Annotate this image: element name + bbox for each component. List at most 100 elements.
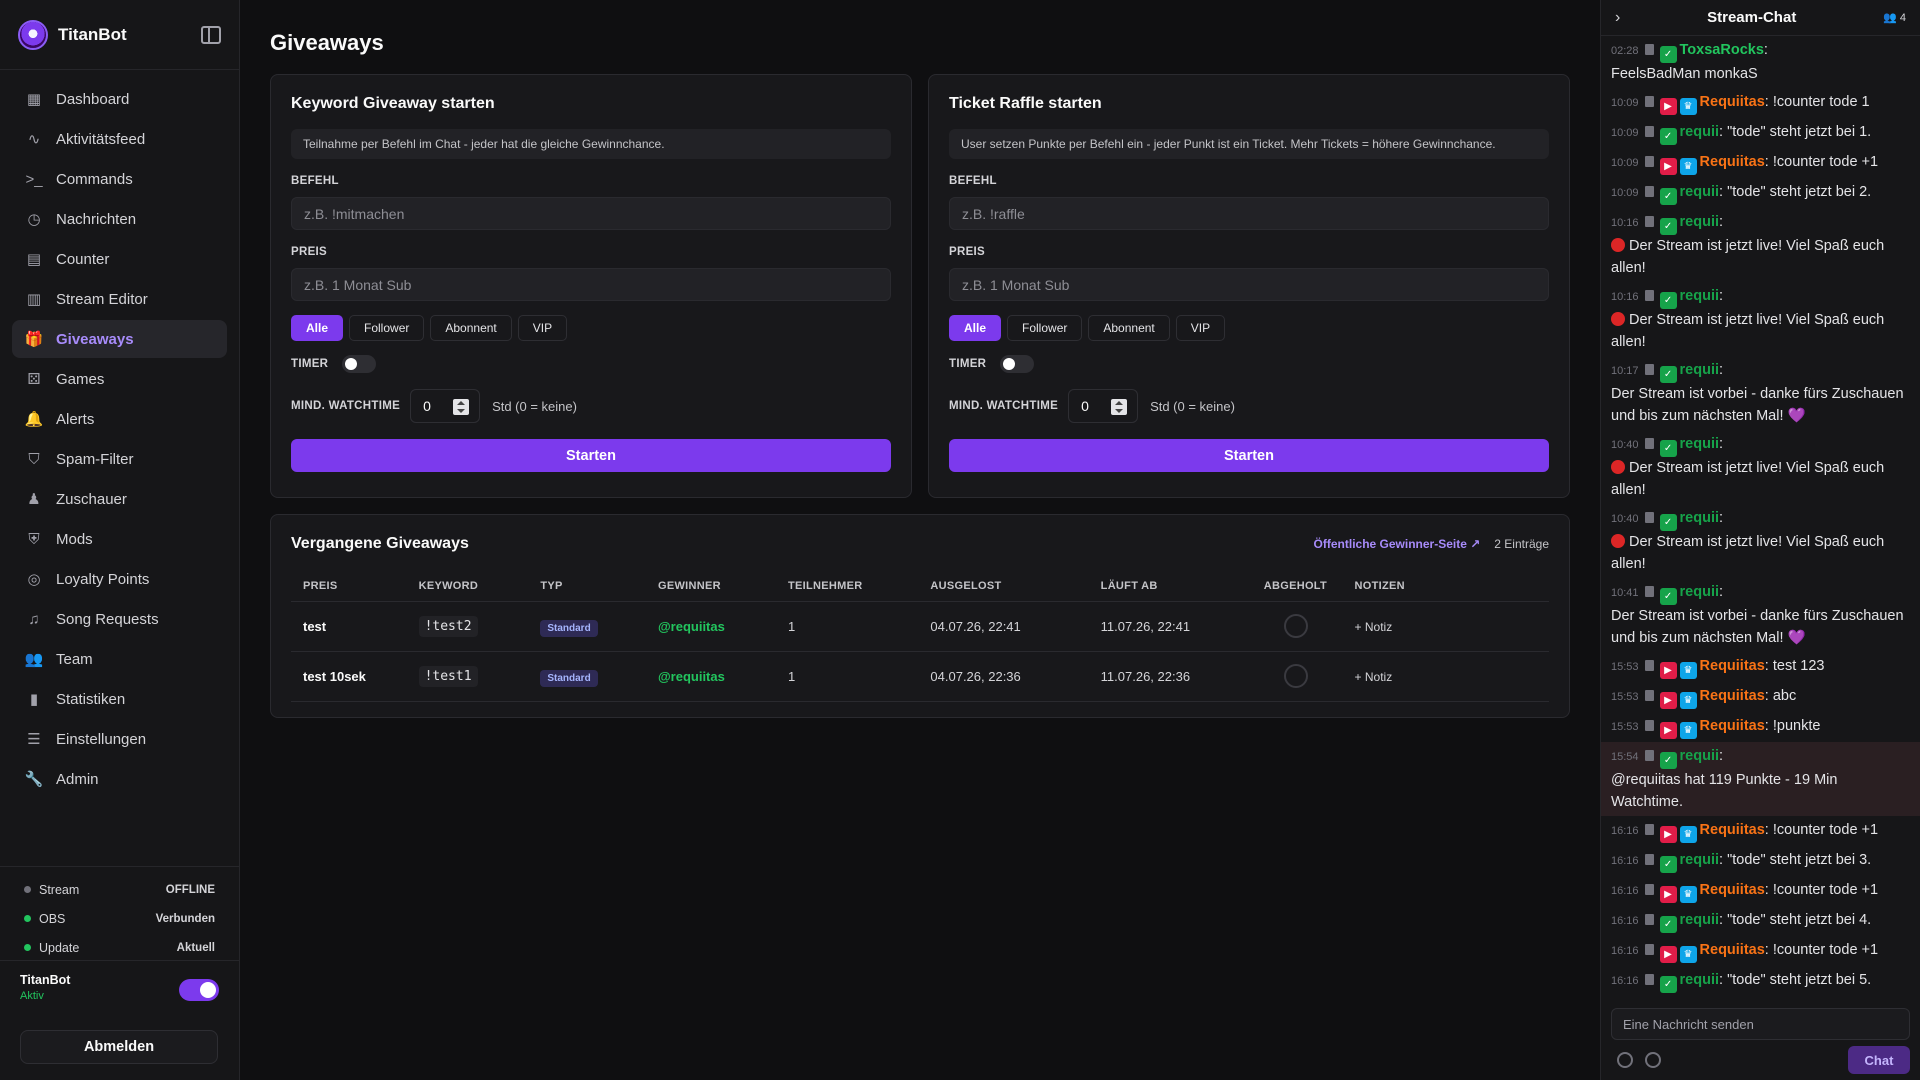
sidebar-item-aktivit-tsfeed[interactable]: ∿ Aktivitätsfeed (12, 120, 227, 158)
ticket-raffle-preis-input[interactable]: z.B. 1 Monat Sub (949, 268, 1549, 301)
delete-message-icon[interactable] (1644, 720, 1654, 731)
keyword-giveaway-watchtime-input[interactable]: 0 (410, 389, 481, 423)
chat-send-button[interactable]: Chat (1848, 1046, 1910, 1074)
delete-message-icon[interactable] (1644, 660, 1654, 671)
sidebar-item-giveaways[interactable]: 🎁 Giveaways (12, 320, 227, 358)
keyword-giveaway-preis-input[interactable]: z.B. 1 Monat Sub (291, 268, 891, 301)
chat-username[interactable]: requii (1680, 748, 1719, 764)
music-icon: ♫ (28, 610, 40, 628)
filter-vip[interactable]: VIP (1175, 315, 1226, 341)
sidebar-item-commands[interactable]: >_ Commands (12, 160, 227, 198)
sidebar-collapse-icon[interactable] (201, 25, 221, 44)
add-note-button[interactable]: + Notiz (1355, 620, 1393, 634)
filter-vip[interactable]: VIP (517, 315, 568, 341)
sidebar-item-team[interactable]: 👥 Team (12, 640, 227, 678)
keyword-giveaway-befehl-input[interactable]: z.B. !mitmachen (291, 197, 891, 230)
chat-username[interactable]: Requiitas (1700, 154, 1765, 170)
ticket-raffle-befehl-input[interactable]: z.B. !raffle (949, 197, 1549, 230)
filter-alle[interactable]: Alle (291, 315, 344, 341)
delete-message-icon[interactable] (1644, 156, 1654, 167)
sidebar-item-games[interactable]: ⚄ Games (12, 360, 227, 398)
delete-message-icon[interactable] (1644, 512, 1654, 523)
sidebar-item-einstellungen[interactable]: ☰ Einstellungen (12, 720, 227, 758)
stepper-icon[interactable] (1111, 399, 1128, 415)
delete-message-icon[interactable] (1644, 586, 1654, 597)
chat-username[interactable]: requii (1680, 288, 1719, 304)
chat-username[interactable]: ToxsaRocks (1680, 42, 1764, 58)
ticket-raffle-start-button[interactable]: Starten (949, 439, 1549, 472)
winner-name[interactable]: @requiitas (658, 669, 725, 684)
status-row-obs: OBS Verbunden (24, 904, 215, 933)
delete-message-icon[interactable] (1644, 884, 1654, 895)
chat-username[interactable]: Requiitas (1700, 942, 1765, 958)
delete-message-icon[interactable] (1644, 824, 1654, 835)
chat-username[interactable]: requii (1680, 124, 1719, 140)
chat-username[interactable]: requii (1680, 852, 1719, 868)
claimed-checkbox[interactable] (1283, 614, 1308, 638)
chat-username[interactable]: requii (1680, 362, 1719, 378)
chat-username[interactable]: Requiitas (1700, 822, 1765, 838)
filter-follower[interactable]: Follower (349, 315, 425, 341)
delete-message-icon[interactable] (1644, 364, 1654, 375)
ticket-raffle-timer-toggle[interactable] (1000, 355, 1035, 373)
bot-active-toggle[interactable] (179, 979, 219, 1001)
delete-message-icon[interactable] (1644, 690, 1654, 701)
sidebar-item-dashboard[interactable]: ▦ Dashboard (12, 80, 227, 118)
delete-message-icon[interactable] (1644, 974, 1654, 985)
sidebar-item-loyalty-points[interactable]: ◎ Loyalty Points (12, 560, 227, 598)
logout-button[interactable]: Abmelden (20, 1030, 218, 1064)
chat-username[interactable]: requii (1680, 510, 1719, 526)
chat-username[interactable]: requii (1680, 972, 1719, 988)
chat-username[interactable]: Requiitas (1700, 882, 1765, 898)
sidebar-item-spam-filter[interactable]: ⛉ Spam-Filter (12, 440, 227, 478)
chat-username[interactable]: requii (1680, 214, 1719, 230)
delete-message-icon[interactable] (1644, 96, 1654, 107)
ticket-raffle-watchtime-input[interactable]: 0 (1068, 389, 1139, 423)
delete-message-icon[interactable] (1644, 750, 1654, 761)
stepper-icon[interactable] (453, 399, 470, 415)
message-timestamp: 15:54 (1611, 751, 1639, 763)
delete-message-icon[interactable] (1644, 186, 1654, 197)
filter-follower[interactable]: Follower (1007, 315, 1083, 341)
chat-username[interactable]: requii (1680, 436, 1719, 452)
chat-username[interactable]: requii (1680, 912, 1719, 928)
sidebar-item-counter[interactable]: ▤ Counter (12, 240, 227, 278)
settings-icon[interactable] (1645, 1052, 1661, 1068)
delete-message-icon[interactable] (1644, 914, 1654, 925)
sidebar-item-mods[interactable]: ⛨ Mods (12, 520, 227, 558)
chat-username[interactable]: Requiitas (1700, 658, 1765, 674)
delete-message-icon[interactable] (1644, 290, 1654, 301)
sidebar-item-nachrichten[interactable]: ◷ Nachrichten (12, 200, 227, 238)
delete-message-icon[interactable] (1644, 44, 1654, 55)
filter-abonnent[interactable]: Abonnent (1088, 315, 1170, 341)
public-winner-page-link[interactable]: Öffentliche Gewinner-Seite ↗ (1314, 537, 1481, 551)
delete-message-icon[interactable] (1644, 216, 1654, 227)
delete-message-icon[interactable] (1644, 854, 1654, 865)
filter-alle[interactable]: Alle (949, 315, 1002, 341)
sidebar-item-song-requests[interactable]: ♫ Song Requests (12, 600, 227, 638)
chat-username[interactable]: requii (1680, 184, 1719, 200)
claimed-checkbox[interactable] (1283, 664, 1308, 688)
chat-message-input[interactable]: Eine Nachricht senden (1611, 1008, 1910, 1040)
chat-messages[interactable]: 02:28 ✓ ToxsaRocks: FeelsBadMan monkaS 10:0… (1601, 36, 1920, 1000)
chat-username[interactable]: Requiitas (1700, 94, 1765, 110)
chat-username[interactable]: Requiitas (1700, 718, 1765, 734)
chat-username[interactable]: Requiitas (1700, 688, 1765, 704)
sidebar-item-alerts[interactable]: 🔔 Alerts (12, 400, 227, 438)
keyword-giveaway-start-button[interactable]: Starten (291, 439, 891, 472)
delete-message-icon[interactable] (1644, 944, 1654, 955)
chat-username[interactable]: requii (1680, 584, 1719, 600)
add-note-button[interactable]: + Notiz (1355, 670, 1393, 684)
broadcaster-badge-icon: ▶ (1659, 662, 1677, 679)
emoji-icon[interactable] (1617, 1052, 1633, 1068)
sidebar-item-admin[interactable]: 🔧 Admin (12, 760, 227, 798)
delete-message-icon[interactable] (1644, 126, 1654, 137)
sidebar-item-stream-editor[interactable]: ▥ Stream Editor (12, 280, 227, 318)
winner-name[interactable]: @requiitas (658, 619, 725, 634)
keyword-giveaway-timer-toggle[interactable] (342, 355, 377, 373)
message-timestamp: 16:16 (1611, 855, 1639, 867)
sidebar-item-zuschauer[interactable]: ♟ Zuschauer (12, 480, 227, 518)
sidebar-item-statistiken[interactable]: ▮ Statistiken (12, 680, 227, 718)
delete-message-icon[interactable] (1644, 438, 1654, 449)
filter-abonnent[interactable]: Abonnent (430, 315, 512, 341)
